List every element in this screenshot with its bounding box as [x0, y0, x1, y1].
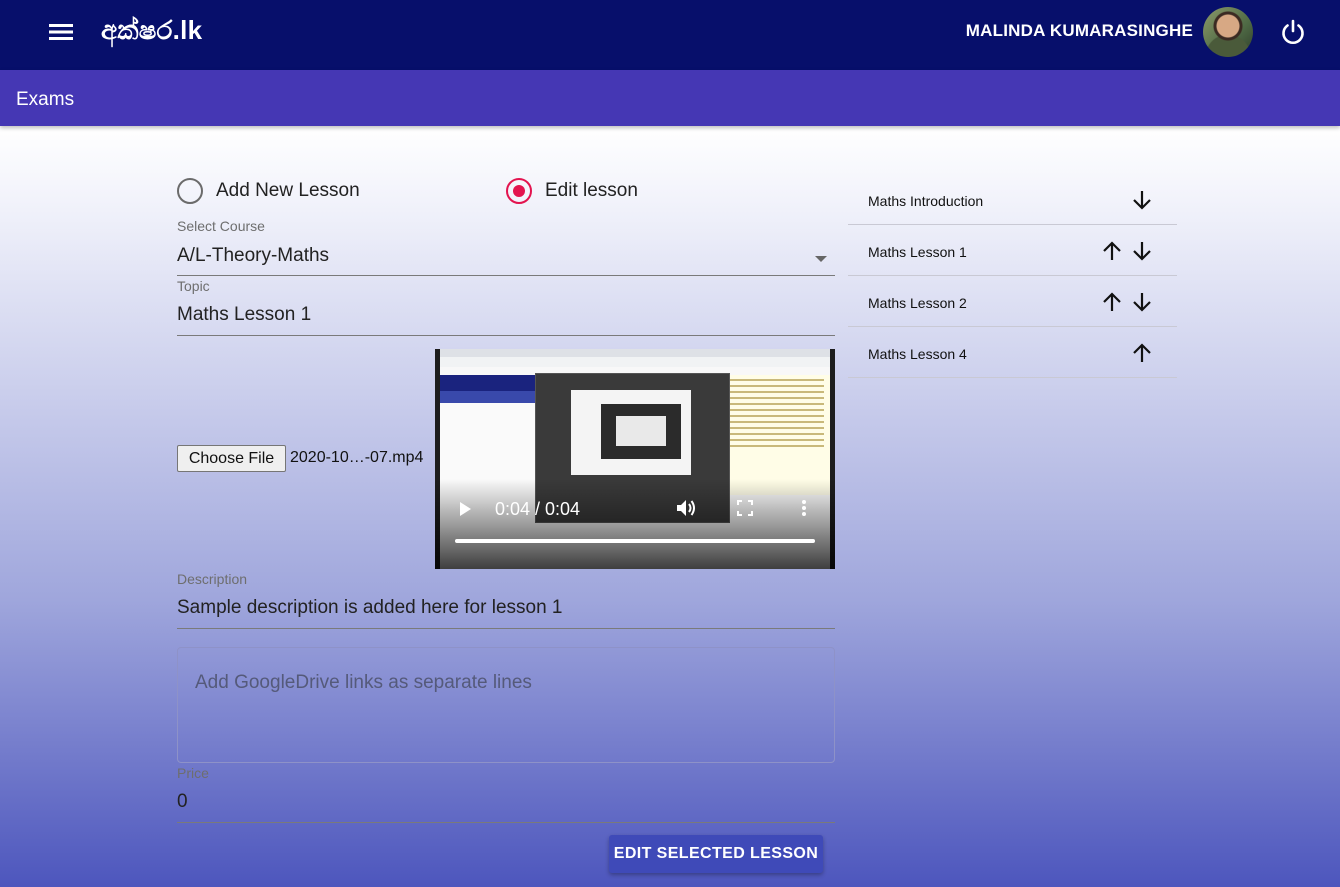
- description-label: Description: [177, 571, 248, 587]
- video-controls-scrim: [435, 479, 835, 569]
- radio-label: Edit lesson: [545, 180, 638, 201]
- video-progress-bar[interactable]: [455, 539, 815, 543]
- app-bar: අක්ෂර.lk MALINDA KUMARASINGHE: [0, 0, 1340, 70]
- page-header: Exams: [0, 70, 1340, 126]
- lesson-item[interactable]: Maths Lesson 2: [848, 276, 1177, 327]
- course-value[interactable]: A/L-Theory-Maths: [177, 245, 797, 267]
- radio-label: Add New Lesson: [216, 180, 360, 201]
- lesson-name: Maths Lesson 2: [868, 295, 967, 311]
- file-name: 2020-10…-07.mp4: [290, 449, 424, 466]
- lesson-name: Maths Introduction: [868, 193, 984, 209]
- add-new-lesson-radio[interactable]: Add New Lesson: [177, 177, 360, 205]
- volume-icon[interactable]: [675, 498, 697, 518]
- fullscreen-icon[interactable]: [737, 500, 753, 516]
- video-player[interactable]: 0:04 / 0:04: [435, 349, 835, 569]
- edit-selected-lesson-button[interactable]: EDIT SELECTED LESSON: [609, 835, 823, 873]
- choose-file-button[interactable]: Choose File: [177, 445, 286, 472]
- course-label: Select Course: [177, 218, 265, 234]
- price-input[interactable]: [177, 791, 797, 813]
- lesson-item[interactable]: Maths Lesson 1: [848, 225, 1177, 276]
- topic-field[interactable]: Topic: [177, 278, 835, 336]
- play-icon[interactable]: [460, 502, 471, 516]
- topic-label: Topic: [177, 278, 210, 294]
- radio-circle[interactable]: [177, 178, 203, 204]
- move-down-icon[interactable]: [1130, 290, 1154, 314]
- description-input[interactable]: [177, 597, 797, 619]
- power-icon[interactable]: [1278, 17, 1308, 47]
- radio-circle[interactable]: [506, 178, 532, 204]
- page-title: Exams: [16, 89, 75, 110]
- lesson-item[interactable]: Maths Introduction: [848, 174, 1177, 225]
- menu-icon[interactable]: [46, 19, 76, 45]
- lesson-name: Maths Lesson 1: [868, 244, 967, 260]
- topic-input[interactable]: [177, 304, 797, 326]
- dropdown-arrow-icon[interactable]: [815, 256, 827, 262]
- video-time: 0:04 / 0:04: [495, 499, 581, 519]
- more-options-icon[interactable]: [801, 499, 807, 517]
- price-field[interactable]: Price: [177, 765, 835, 823]
- video-frame-browser-tabs: [440, 349, 830, 357]
- price-label: Price: [177, 765, 209, 781]
- lesson-name: Maths Lesson 4: [868, 346, 967, 362]
- move-up-icon[interactable]: [1100, 290, 1124, 314]
- course-select[interactable]: Select Course A/L-Theory-Maths: [177, 218, 835, 276]
- user-name: MALINDA KUMARASINGHE: [965, 21, 1193, 40]
- video-frame-address-bar: [440, 357, 830, 367]
- lesson-item[interactable]: Maths Lesson 4: [848, 327, 1177, 378]
- drive-links-textarea[interactable]: [177, 647, 835, 763]
- brand-logo[interactable]: අක්ෂර.lk: [101, 15, 202, 47]
- move-down-icon[interactable]: [1130, 188, 1154, 212]
- move-up-icon[interactable]: [1130, 341, 1154, 365]
- avatar[interactable]: [1203, 7, 1253, 57]
- move-up-icon[interactable]: [1100, 239, 1124, 263]
- description-field[interactable]: Description: [177, 571, 835, 629]
- move-down-icon[interactable]: [1130, 239, 1154, 263]
- edit-lesson-radio[interactable]: Edit lesson: [506, 177, 638, 205]
- lesson-order-list: Maths Introduction Maths Lesson 1 Maths …: [848, 174, 1177, 378]
